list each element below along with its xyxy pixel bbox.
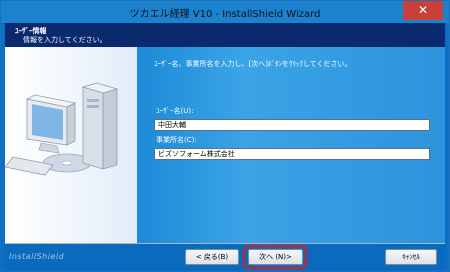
- computer-icon: [4, 82, 119, 176]
- window-title: ツカエル経理 V10 - InstallShield Wizard: [129, 9, 321, 20]
- computer-illustration: [4, 47, 137, 243]
- user-name-field[interactable]: 中田大輔: [154, 119, 430, 131]
- user-name-label: ﾕｰｻﾞｰ名(U):: [156, 107, 194, 115]
- header-subtitle: 情報を入力してください。: [23, 36, 107, 44]
- company-name-field[interactable]: ビズソフォーム株式会社: [154, 148, 430, 160]
- wizard-header: ﾕｰｻﾞｰ情報 情報を入力してください。: [5, 23, 445, 48]
- close-button[interactable]: ✕: [403, 1, 443, 20]
- wizard-content: ﾕｰｻﾞｰ名、事業所名を入力し、[次へ]ﾎﾞﾀﾝをｸﾘｯｸしてください。 ﾕｰｻ…: [4, 47, 445, 243]
- next-button[interactable]: 次へ (N)>: [248, 249, 303, 265]
- title-bar[interactable]: ツカエル経理 V10 - InstallShield Wizard ✕: [1, 1, 449, 23]
- installshield-brand: InstallShield: [9, 252, 65, 261]
- installer-window: ツカエル経理 V10 - InstallShield Wizard ✕ ﾕｰｻﾞ…: [0, 0, 450, 272]
- cancel-button[interactable]: ｷｬﾝｾﾙ: [385, 249, 437, 265]
- back-button[interactable]: < 戻る(B): [185, 249, 239, 265]
- wizard-footer: InstallShield < 戻る(B) 次へ (N)> ｷｬﾝｾﾙ: [5, 243, 445, 270]
- instruction-text: ﾕｰｻﾞｰ名、事業所名を入力し、[次へ]ﾎﾞﾀﾝをｸﾘｯｸしてください。: [154, 60, 352, 68]
- form-panel: ﾕｰｻﾞｰ名、事業所名を入力し、[次へ]ﾎﾞﾀﾝをｸﾘｯｸしてください。 ﾕｰｻ…: [137, 47, 445, 243]
- company-name-label: 事業所名(C):: [156, 136, 197, 144]
